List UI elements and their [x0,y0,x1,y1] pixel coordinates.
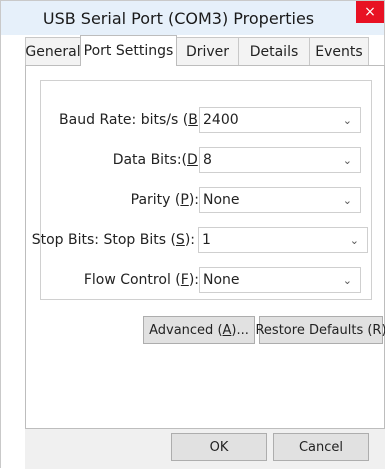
properties-dialog: USB Serial Port (COM3) Properties × Gene… [0,0,385,469]
tab-label: Port Settings [83,43,174,59]
flow-control-label: Flow Control (F): [83,272,199,288]
data-bits-value: 8 [203,152,212,168]
chevron-down-icon: ⌄ [342,154,352,167]
close-button[interactable]: × [356,1,384,23]
tab-label: Details [249,43,299,60]
parity-row: Parity (P): None ⌄ [41,187,371,213]
tab-events[interactable]: Events [309,37,369,65]
settings-group: Baud Rate: bits/s (B): 2400 ⌄ Data Bits:… [32,80,372,300]
tab-strip: General Port Settings Driver Details Eve… [25,35,369,66]
stop-bits-select[interactable]: 1 ⌄ [198,227,368,253]
port-settings-panel: Baud Rate: bits/s (B): 2400 ⌄ Data Bits:… [25,65,385,429]
parity-label: Parity (P): [130,192,199,208]
close-icon: × [364,4,376,20]
flow-control-value: None [203,272,240,288]
data-bits-select[interactable]: 8 ⌄ [199,147,361,173]
stop-bits-value: 1 [202,232,211,248]
baud-rate-row: Baud Rate: bits/s (B): 2400 ⌄ [41,107,371,133]
dialog-footer: OK Cancel [25,429,385,469]
tab-details[interactable]: Details [238,37,310,65]
tab-label: Events [315,43,363,60]
chevron-down-icon: ⌄ [349,234,359,247]
tab-driver[interactable]: Driver [176,37,239,65]
baud-rate-label: Baud Rate: bits/s (B): [59,112,208,128]
stop-bits-row: Stop Bits: Stop Bits (S): 1 ⌄ [32,227,371,253]
ok-button[interactable]: OK [171,433,267,461]
tab-label: General [25,43,81,60]
parity-select[interactable]: None ⌄ [199,187,361,213]
data-bits-label: Data Bits:(D): [112,152,208,168]
data-bits-row: Data Bits:(D): 8 ⌄ [41,147,371,173]
advanced-button[interactable]: Advanced (A)... [143,316,255,344]
chevron-down-icon: ⌄ [342,274,352,287]
tab-label: Driver [185,43,230,60]
stop-bits-label: Stop Bits: Stop Bits (S): [31,232,195,248]
baud-rate-value: 2400 [203,112,239,128]
left-margin [1,65,25,469]
chevron-down-icon: ⌄ [342,114,352,127]
cancel-button[interactable]: Cancel [273,433,369,461]
tab-port-settings[interactable]: Port Settings [80,35,177,66]
restore-defaults-button[interactable]: Restore Defaults (R) [255,316,385,344]
baud-rate-select[interactable]: 2400 ⌄ [199,107,361,133]
title-bar: USB Serial Port (COM3) Properties × [1,1,384,35]
chevron-down-icon: ⌄ [342,194,352,207]
flow-control-row: Flow Control (F): None ⌄ [41,267,371,293]
flow-control-select[interactable]: None ⌄ [199,267,361,293]
parity-value: None [203,192,240,208]
tab-general[interactable]: General [25,37,81,65]
window-title: USB Serial Port (COM3) Properties [42,8,315,28]
